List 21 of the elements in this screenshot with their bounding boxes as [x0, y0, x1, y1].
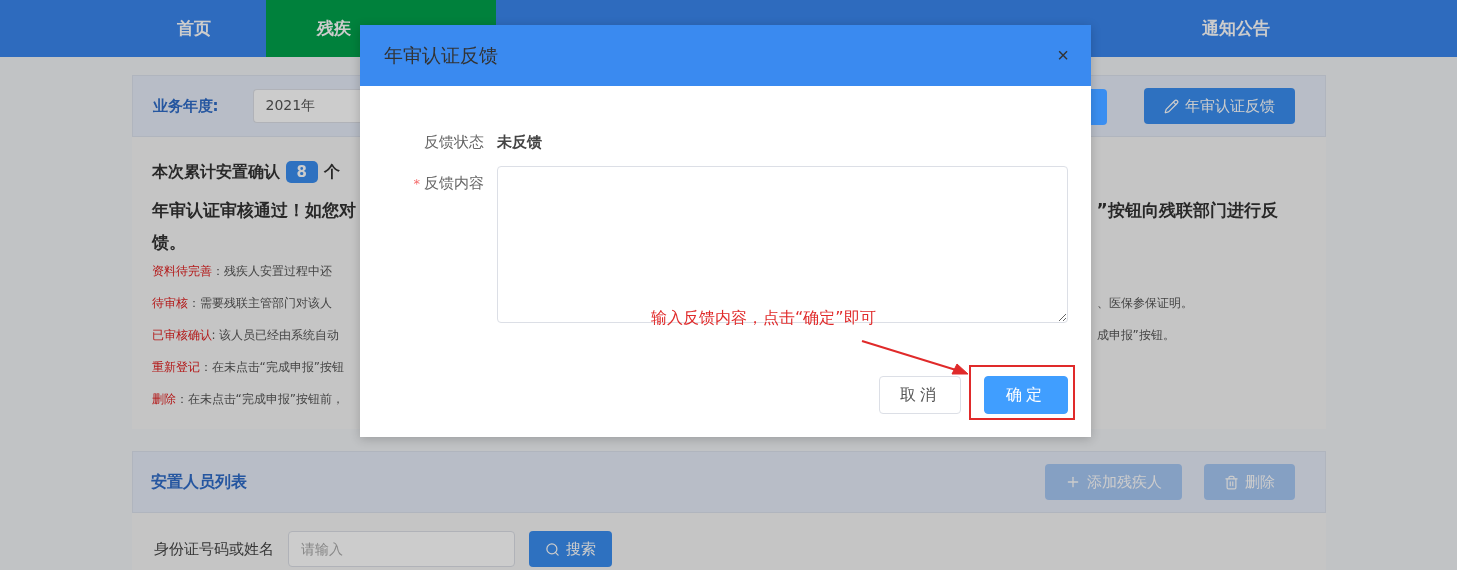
count-unit: 个: [323, 161, 340, 183]
search-label: 身份证号码或姓名: [153, 539, 274, 559]
content-label: * 反馈内容: [412, 173, 484, 194]
legend-text: 删除：在未点击“完成申报”按钮前，: [151, 390, 344, 408]
notice-text: 馈。: [151, 230, 186, 254]
legend-text: 待审核：需要残联主管部门对该人: [151, 294, 332, 312]
annotation-text: 输入反馈内容，点击“确定”即可: [651, 308, 876, 329]
count-badge: 8: [285, 161, 318, 183]
list-title: 安置人员列表: [150, 471, 247, 493]
legend-text: 、医保参保证明。: [1096, 294, 1193, 312]
notice-text: 年审认证审核通过！如您对: [151, 198, 356, 222]
legend-text: 重新登记：在未点击“完成申报”按钮: [151, 358, 344, 376]
status-value: 未反馈: [497, 133, 543, 152]
year-label: 业务年度:: [152, 96, 220, 116]
dialog-title: 年审认证反馈: [384, 42, 498, 68]
legend-text: 已审核确认: 该人员已经由系统自动: [151, 326, 340, 344]
status-label: 反馈状态: [423, 133, 484, 152]
legend-text: 成申报”按钮。: [1096, 326, 1175, 344]
notice-text: ”按钮向残联部门进行反: [1096, 198, 1278, 222]
legend-text: 资料待完善：残疾人安置过程中还: [151, 262, 332, 280]
count-text: 本次累计安置确认: [151, 161, 280, 183]
